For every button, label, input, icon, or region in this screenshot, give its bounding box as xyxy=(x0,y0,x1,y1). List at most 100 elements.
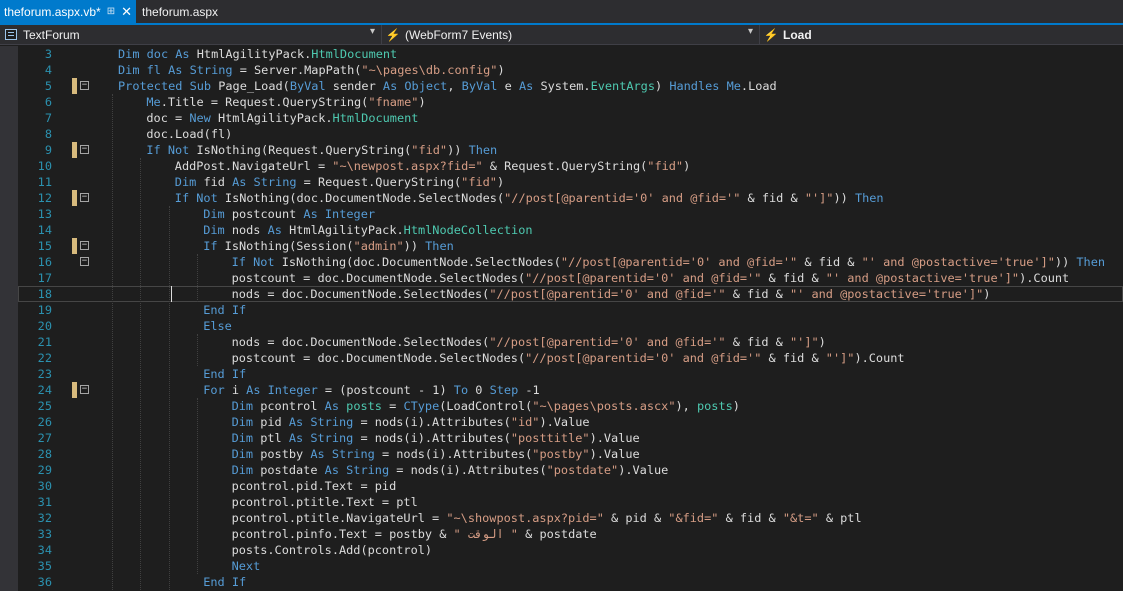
code-text[interactable]: postcount = doc.DocumentNode.SelectNodes… xyxy=(232,270,1070,286)
code-token: postcount = doc.DocumentNode.SelectNodes… xyxy=(231,351,526,365)
code-text[interactable]: Dim postby As String = nods(i).Attribute… xyxy=(232,446,640,462)
code-text[interactable]: Dim fl As String = Server.MapPath("~\pag… xyxy=(118,62,505,78)
member-dropdown[interactable]: ⚡ Load xyxy=(760,25,1123,44)
tab-theforum-aspx-vb[interactable]: theforum.aspx.vb* ⊞ ✕ xyxy=(0,0,137,23)
code-text[interactable]: End If xyxy=(203,574,246,590)
code-text[interactable]: nods = doc.DocumentNode.SelectNodes("//p… xyxy=(232,286,991,302)
code-line[interactable]: 36 End If xyxy=(18,574,1123,590)
code-line[interactable]: 17 postcount = doc.DocumentNode.SelectNod… xyxy=(18,270,1123,286)
line-number: 12 xyxy=(37,191,52,205)
code-text[interactable]: pcontrol.ptitle.NavigateUrl = "~\showpos… xyxy=(232,510,862,526)
code-text[interactable]: doc.Load(fl) xyxy=(146,126,232,142)
chevron-down-icon[interactable]: ▾ xyxy=(748,26,753,37)
code-token: posts.Controls.Add(pcontrol) xyxy=(231,543,433,557)
code-line[interactable]: 10 AddPost.NavigateUrl = "~\newpost.aspx?… xyxy=(18,158,1123,174)
code-line[interactable]: 14 Dim nods As HtmlAgilityPack.HtmlNodeCo… xyxy=(18,222,1123,238)
code-text[interactable]: Dim postcount As Integer xyxy=(203,206,375,222)
code-line[interactable]: 4 Dim fl As String = Server.MapPath("~\pa… xyxy=(18,62,1123,78)
code-text[interactable]: pcontrol.pid.Text = pid xyxy=(232,478,397,494)
code-line[interactable]: 7 doc = New HtmlAgilityPack.HtmlDocument xyxy=(18,110,1123,126)
chevron-down-icon[interactable]: ▾ xyxy=(370,26,375,37)
code-text[interactable]: Dim doc As HtmlAgilityPack.HtmlDocument xyxy=(118,46,397,62)
code-text[interactable]: If IsNothing(Session("admin")) Then xyxy=(203,238,454,254)
collapse-icon[interactable]: − xyxy=(80,81,89,90)
code-token: Else xyxy=(203,319,232,333)
code-line[interactable]: 28 Dim postby As String = nods(i).Attribu… xyxy=(18,446,1123,462)
code-text[interactable]: Dim postdate As String = nods(i).Attribu… xyxy=(232,462,669,478)
code-line[interactable]: 20 Else xyxy=(18,318,1123,334)
code-text[interactable]: Dim pcontrol As posts = CType(LoadContro… xyxy=(232,398,740,414)
collapse-icon[interactable]: − xyxy=(80,257,89,266)
code-line[interactable]: 3 Dim doc As HtmlAgilityPack.HtmlDocument xyxy=(18,46,1123,62)
code-line[interactable]: 32 pcontrol.ptitle.NavigateUrl = "~\showp… xyxy=(18,510,1123,526)
code-line[interactable]: 22 postcount = doc.DocumentNode.SelectNod… xyxy=(18,350,1123,366)
code-line[interactable]: 15 − If IsNothing(Session("admin")) Then xyxy=(18,238,1123,254)
code-text[interactable]: For i As Integer = (postcount - 1) To 0 … xyxy=(203,382,540,398)
code-text[interactable]: pcontrol.pinfo.Text = postby & " الوقت "… xyxy=(232,526,597,542)
code-lines[interactable]: 3 Dim doc As HtmlAgilityPack.HtmlDocument… xyxy=(18,46,1123,590)
code-line[interactable]: 34 posts.Controls.Add(pcontrol) xyxy=(18,542,1123,558)
object-dropdown[interactable]: ⚡ (WebForm7 Events) ▾ xyxy=(382,25,760,44)
code-token: End If xyxy=(203,303,247,317)
code-text[interactable]: postcount = doc.DocumentNode.SelectNodes… xyxy=(232,350,905,366)
code-text[interactable]: Else xyxy=(203,318,232,334)
collapse-icon[interactable]: − xyxy=(80,193,89,202)
code-text[interactable]: If Not IsNothing(Request.QueryString("fi… xyxy=(146,142,497,158)
code-line[interactable]: 13 Dim postcount As Integer xyxy=(18,206,1123,222)
line-number: 32 xyxy=(37,511,52,525)
tab-theforum-aspx[interactable]: theforum.aspx xyxy=(136,0,228,23)
code-line[interactable]: 5− Protected Sub Page_Load(ByVal sender A… xyxy=(18,78,1123,94)
code-line[interactable]: 12 − If Not IsNothing(doc.DocumentNode.Sel… xyxy=(18,190,1123,206)
code-line[interactable]: 30 pcontrol.pid.Text = pid xyxy=(18,478,1123,494)
code-text[interactable]: Protected Sub Page_Load(ByVal sender As … xyxy=(118,78,777,94)
collapse-icon[interactable]: − xyxy=(80,385,89,394)
code-text[interactable]: If Not IsNothing(doc.DocumentNode.Select… xyxy=(175,190,884,206)
navigation-bar: TextForum ▾ ⚡ (WebForm7 Events) ▾ ⚡ Load xyxy=(0,25,1123,45)
collapse-icon[interactable]: − xyxy=(80,145,89,154)
code-editor[interactable]: 3 Dim doc As HtmlAgilityPack.HtmlDocument… xyxy=(0,46,1123,591)
code-line[interactable]: 11 Dim fid As String = Request.QueryStrin… xyxy=(18,174,1123,190)
code-line[interactable]: 18 nods = doc.DocumentNode.SelectNodes("/… xyxy=(18,286,1123,302)
code-text[interactable]: Dim ptl As String = nods(i).Attributes("… xyxy=(232,430,640,446)
line-number: 6 xyxy=(44,95,52,109)
code-line[interactable]: 33 pcontrol.pinfo.Text = postby & " الوقت… xyxy=(18,526,1123,542)
code-line[interactable]: 25 Dim pcontrol As posts = CType(LoadCont… xyxy=(18,398,1123,414)
code-text[interactable]: End If xyxy=(203,302,246,318)
code-text[interactable]: pcontrol.ptitle.Text = ptl xyxy=(232,494,418,510)
code-text[interactable]: Dim nods As HtmlAgilityPack.HtmlNodeColl… xyxy=(203,222,532,238)
code-text[interactable]: Dim fid As String = Request.QueryString(… xyxy=(175,174,504,190)
code-line[interactable]: 23 End If xyxy=(18,366,1123,382)
code-line[interactable]: 24 − For i As Integer = (postcount - 1) To… xyxy=(18,382,1123,398)
pin-icon[interactable]: ⊞ xyxy=(107,6,115,17)
code-token: Then xyxy=(1076,255,1106,269)
project-dropdown[interactable]: TextForum ▾ xyxy=(0,25,382,44)
change-marker xyxy=(72,238,77,254)
code-text[interactable]: AddPost.NavigateUrl = "~\newpost.aspx?fi… xyxy=(175,158,690,174)
lightning-icon: ⚡ xyxy=(385,27,401,42)
code-line[interactable]: 31 pcontrol.ptitle.Text = ptl xyxy=(18,494,1123,510)
code-text[interactable]: If Not IsNothing(doc.DocumentNode.Select… xyxy=(232,254,1105,270)
code-text[interactable]: Dim pid As String = nods(i).Attributes("… xyxy=(232,414,590,430)
code-text[interactable]: posts.Controls.Add(pcontrol) xyxy=(232,542,432,558)
code-line[interactable]: 26 Dim pid As String = nods(i).Attributes… xyxy=(18,414,1123,430)
collapse-icon[interactable]: − xyxy=(80,241,89,250)
code-token: ) xyxy=(497,63,505,77)
code-line[interactable]: 19 End If xyxy=(18,302,1123,318)
code-line[interactable]: 29 Dim postdate As String = nods(i).Attri… xyxy=(18,462,1123,478)
code-token: As xyxy=(324,399,347,413)
code-text[interactable]: nods = doc.DocumentNode.SelectNodes("//p… xyxy=(232,334,826,350)
code-text[interactable]: End If xyxy=(203,366,246,382)
code-line[interactable]: 21 nods = doc.DocumentNode.SelectNodes("/… xyxy=(18,334,1123,350)
code-line[interactable]: 27 Dim ptl As String = nods(i).Attributes… xyxy=(18,430,1123,446)
code-line[interactable]: 8 doc.Load(fl) xyxy=(18,126,1123,142)
code-token: pid xyxy=(260,415,289,429)
code-line[interactable]: 16 − If Not IsNothing(doc.DocumentNode.Sel… xyxy=(18,254,1123,270)
code-line[interactable]: 35 Next xyxy=(18,558,1123,574)
code-text[interactable]: Me.Title = Request.QueryString("fname") xyxy=(146,94,425,110)
code-line[interactable]: 6 Me.Title = Request.QueryString("fname") xyxy=(18,94,1123,110)
code-text[interactable]: Next xyxy=(232,558,261,574)
code-line[interactable]: 9 − If Not IsNothing(Request.QueryString("… xyxy=(18,142,1123,158)
code-token: postdate xyxy=(260,463,325,477)
code-text[interactable]: doc = New HtmlAgilityPack.HtmlDocument xyxy=(146,110,418,126)
close-icon[interactable]: ✕ xyxy=(121,4,132,20)
